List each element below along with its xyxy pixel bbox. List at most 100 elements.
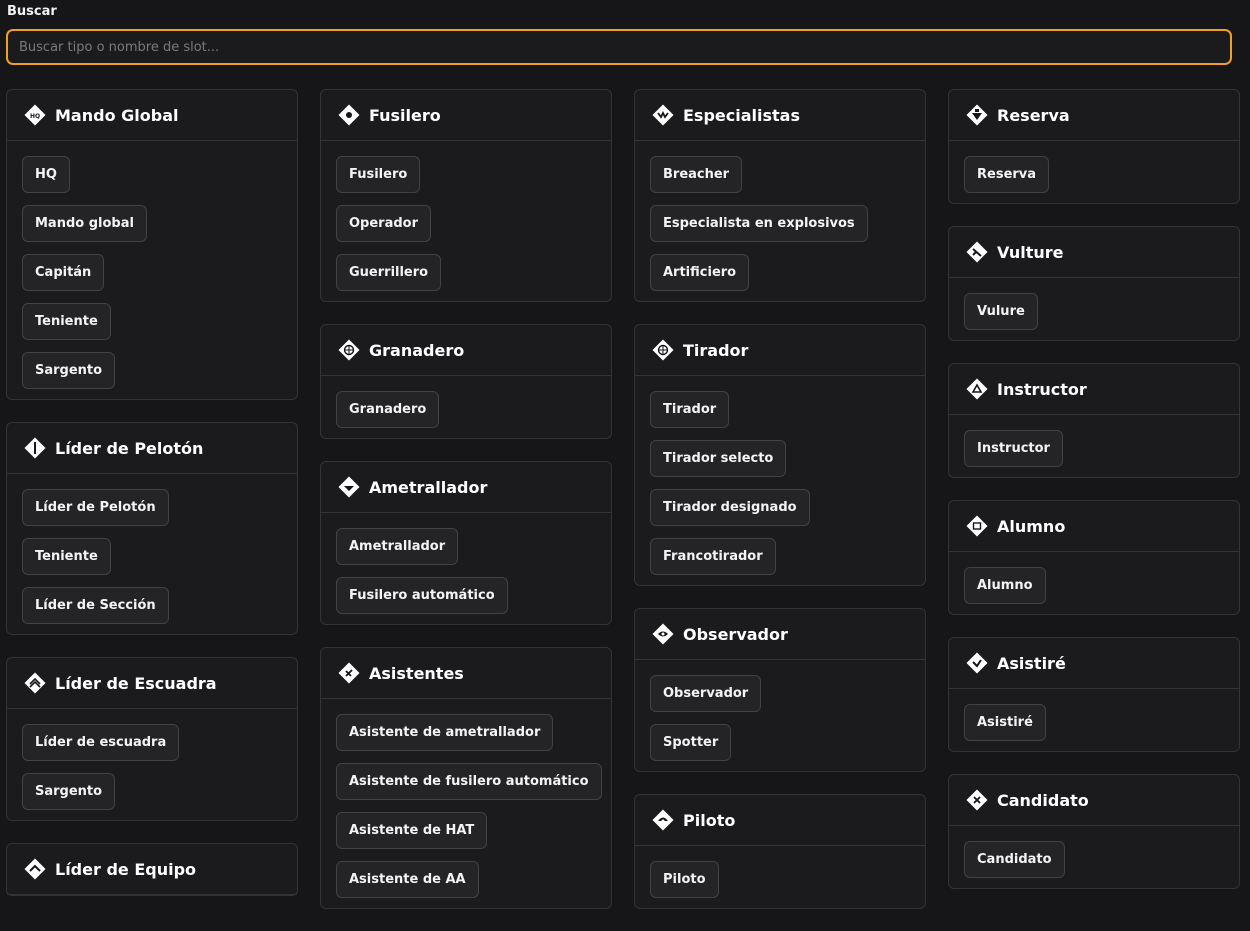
slot-chip[interactable]: Fusilero automático [336, 577, 508, 614]
slot-chip[interactable]: Instructor [964, 430, 1063, 467]
slot-chip[interactable]: Líder de Pelotón [22, 489, 169, 526]
card-header: Asistentes [321, 648, 611, 699]
slot-chip[interactable]: Breacher [650, 156, 743, 193]
attending-icon [966, 652, 988, 674]
slot-chip[interactable]: Líder de Sección [22, 587, 169, 624]
machine-gunner-icon [338, 476, 360, 498]
slot-chip[interactable]: Tirador selecto [650, 440, 787, 477]
specialist-icon [652, 104, 674, 126]
card-header: Fusilero [321, 90, 611, 141]
rifleman-icon [338, 104, 360, 126]
slot-chip[interactable]: Candidato [964, 841, 1065, 878]
slot-chip[interactable]: Asistiré [964, 704, 1046, 741]
pilot-icon [652, 809, 674, 831]
slot-chip[interactable]: Tirador designado [650, 489, 810, 526]
student-icon [966, 515, 988, 537]
slot-category-card: HQ Mando Global HQ Mando global Capitán Tenie… [6, 89, 298, 400]
slot-chip[interactable]: Operador [336, 205, 432, 242]
slot-category-card: Líder de Equipo [6, 843, 298, 896]
card-header: Candidato [949, 775, 1239, 826]
card-title: Líder de Equipo [55, 859, 197, 879]
column-1: HQ Mando Global HQ Mando global Capitán Tenie… [6, 89, 298, 918]
card-header: Especialistas [635, 90, 925, 141]
card-header: Vulture [949, 227, 1239, 278]
slot-category-card: Vulture Vulure [948, 226, 1240, 341]
slot-chip[interactable]: Asistente de fusilero automático [336, 763, 602, 800]
card-header: Líder de Pelotón [7, 423, 297, 474]
card-header: Tirador [635, 325, 925, 376]
slot-chip[interactable]: Observador [650, 675, 762, 712]
card-header: Observador [635, 609, 925, 660]
instructor-icon [966, 378, 988, 400]
card-body: Fusilero Operador Guerrillero [321, 141, 611, 301]
column-3: Especialistas Breacher Especialista en exp… [634, 89, 926, 931]
card-title: Líder de Escuadra [55, 673, 217, 693]
card-title: Observador [683, 624, 788, 644]
slot-chip[interactable]: Vulure [964, 293, 1038, 330]
platoon-leader-icon [24, 437, 46, 459]
card-body: HQ Mando global Capitán Teniente Sargento [7, 141, 297, 399]
card-title: Asistentes [369, 663, 464, 683]
slot-chip[interactable]: Asistente de HAT [336, 812, 488, 849]
grenadier-icon [338, 339, 360, 361]
slot-chip[interactable]: Teniente [22, 538, 111, 575]
slot-chip[interactable]: Especialista en explosivos [650, 205, 868, 242]
card-header: Reserva [949, 90, 1239, 141]
slot-chip[interactable]: Asistente de ametrallador [336, 714, 554, 751]
card-header: Ametrallador [321, 462, 611, 513]
slot-category-card: Especialistas Breacher Especialista en exp… [634, 89, 926, 302]
candidate-icon [966, 789, 988, 811]
slot-chip[interactable]: Francotirador [650, 538, 776, 575]
slot-chip[interactable]: Spotter [650, 724, 732, 761]
slot-category-card: Tirador Tirador Tirador selecto Tirador des… [634, 324, 926, 586]
card-body: Breacher Especialista en explosivos Artifi… [635, 141, 925, 301]
slot-category-card: Granadero Granadero [320, 324, 612, 439]
slot-chip[interactable]: Capitán [22, 254, 105, 291]
slot-chip[interactable]: Reserva [964, 156, 1050, 193]
slot-chip[interactable]: Guerrillero [336, 254, 442, 291]
card-body: Líder de escuadra Sargento [7, 709, 297, 820]
slot-category-card: Ametrallador Ametrallador Fusilero automát… [320, 461, 612, 625]
card-body: Ametrallador Fusilero automático [321, 513, 611, 624]
card-body: Observador Spotter [635, 660, 925, 771]
card-title: Piloto [683, 810, 736, 830]
slot-category-card: Observador Observador Spotter [634, 608, 926, 772]
slot-chip[interactable]: Sargento [22, 352, 116, 389]
card-body: Alumno [949, 552, 1239, 614]
slot-chip[interactable]: Artificiero [650, 254, 750, 291]
hq-icon: HQ [24, 104, 46, 126]
card-body: Candidato [949, 826, 1239, 888]
search-input[interactable] [6, 29, 1232, 65]
card-header: Instructor [949, 364, 1239, 415]
card-title: Ametrallador [369, 477, 488, 497]
card-title: Fusilero [369, 105, 441, 125]
slot-chip[interactable]: Mando global [22, 205, 147, 242]
card-body: Asistiré [949, 689, 1239, 751]
slot-chip[interactable]: Asistente de AA [336, 861, 479, 898]
slot-chip[interactable]: Piloto [650, 861, 719, 898]
slot-category-card: Asistiré Asistiré [948, 637, 1240, 752]
card-title: Vulture [997, 242, 1064, 262]
card-body: Instructor [949, 415, 1239, 477]
slot-category-card: Reserva Reserva [948, 89, 1240, 204]
assistant-icon [338, 662, 360, 684]
slot-chip[interactable]: Tirador [650, 391, 730, 428]
slot-chip[interactable]: Granadero [336, 391, 440, 428]
card-title: Asistiré [997, 653, 1066, 673]
slot-chip[interactable]: Teniente [22, 303, 111, 340]
slot-chip[interactable]: Alumno [964, 567, 1046, 604]
vulture-icon [966, 241, 988, 263]
slot-category-card: Líder de Escuadra Líder de escuadra Sargen… [6, 657, 298, 821]
card-title: Reserva [997, 105, 1070, 125]
slot-chip[interactable]: Sargento [22, 773, 116, 810]
slot-chip[interactable]: Líder de escuadra [22, 724, 180, 761]
slot-category-card: Asistentes Asistente de ametrallador Asist… [320, 647, 612, 909]
slot-chip[interactable]: HQ [22, 156, 70, 193]
slot-category-card: Fusilero Fusilero Operador Guerrillero [320, 89, 612, 302]
slot-chip[interactable]: Ametrallador [336, 528, 459, 565]
slot-chip[interactable]: Fusilero [336, 156, 421, 193]
card-header: HQ Mando Global [7, 90, 297, 141]
card-title: Candidato [997, 790, 1089, 810]
card-title: Especialistas [683, 105, 800, 125]
squad-leader-icon [24, 672, 46, 694]
